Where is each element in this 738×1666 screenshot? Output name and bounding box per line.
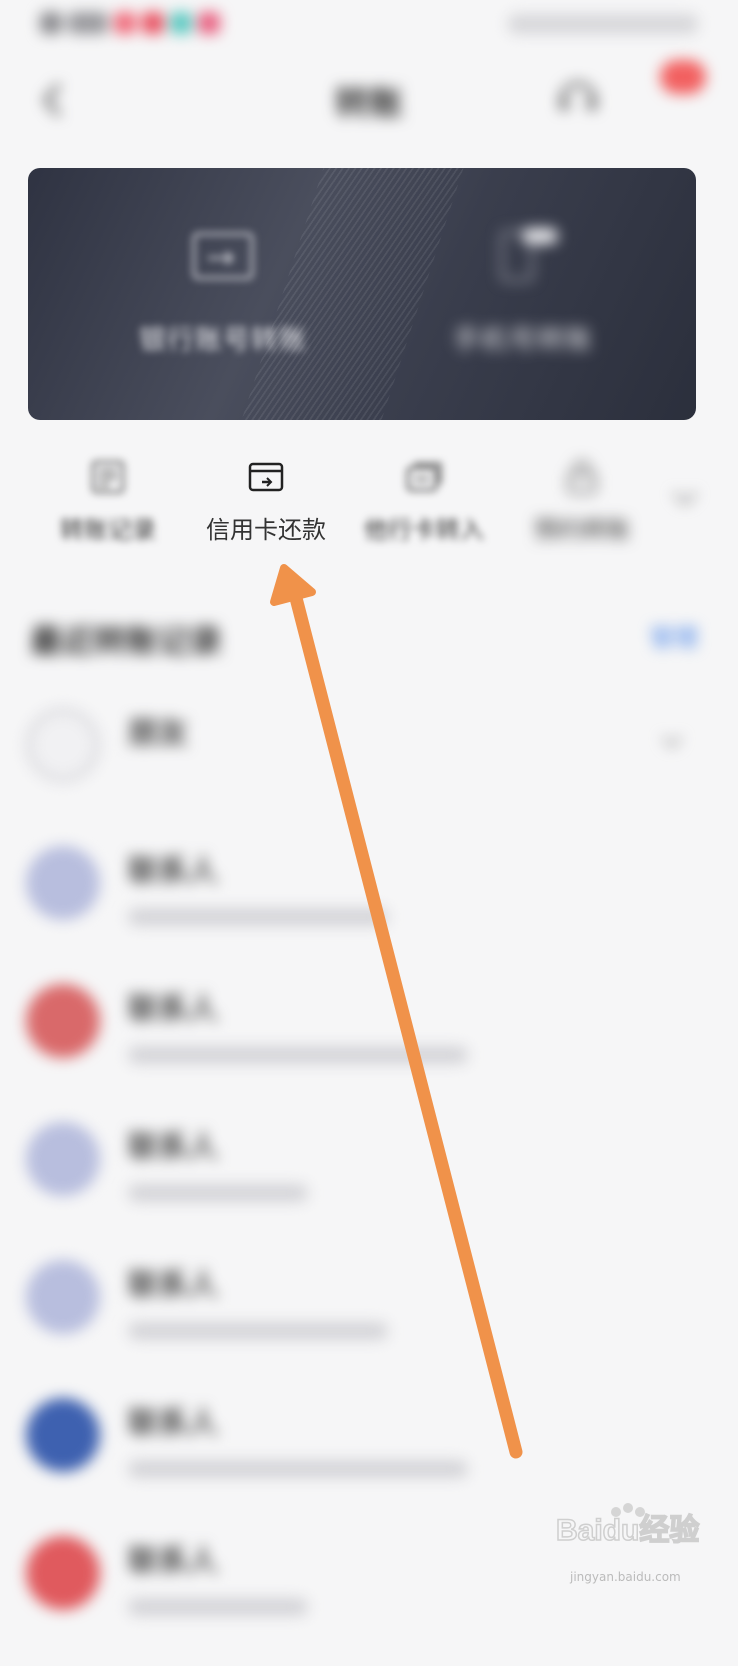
manage-link[interactable]: 管理: [650, 618, 698, 653]
app-notification-icon: [142, 12, 164, 34]
signal-icon: [40, 12, 62, 34]
payee-detail-placeholder: [128, 1460, 468, 1478]
quick-action-transfer-records[interactable]: 转账记录: [28, 452, 188, 545]
status-left: [40, 12, 220, 34]
app-notification-icon: [170, 12, 192, 34]
quick-actions: 转账记录 信用卡还款 他行卡转入 预约转账: [0, 452, 738, 552]
credit-card-icon: [248, 462, 284, 492]
payee-row[interactable]: 联系人: [0, 976, 738, 1114]
quick-action-label: 信用卡还款: [206, 516, 326, 544]
avatar: [26, 1398, 100, 1472]
quick-action-credit-card-repayment[interactable]: 信用卡还款: [186, 452, 346, 545]
recent-transfers-header: 最近转账记录 管理: [0, 610, 738, 670]
status-right-indicators: [508, 14, 698, 34]
avatar: [26, 846, 100, 920]
quick-action-label: 转账记录: [60, 516, 156, 544]
quick-action-label: 预约转账: [534, 516, 630, 544]
avatar: [26, 1122, 100, 1196]
payee-row[interactable]: 联系人: [0, 1114, 738, 1252]
avatar: [26, 1536, 100, 1610]
recent-transfers-title: 最近转账记录: [30, 622, 223, 660]
payee-row[interactable]: 朋友: [0, 700, 738, 838]
quick-action-other-bank-transfer-in[interactable]: 他行卡转入: [344, 452, 504, 545]
page-title: 转账: [335, 84, 403, 124]
phone-transfer-icon: [500, 228, 558, 282]
payee-detail-placeholder: [128, 1184, 308, 1202]
lock-icon: [567, 460, 597, 494]
payee-row[interactable]: 联系人: [0, 1252, 738, 1390]
payee-name: 联系人: [128, 992, 218, 1027]
payee-detail-placeholder: [128, 908, 388, 926]
notification-badge[interactable]: [660, 60, 706, 94]
phone-transfer-card[interactable]: 手机号转账: [358, 228, 688, 357]
card-swap-icon: [406, 462, 442, 492]
payee-name: 联系人: [128, 1544, 218, 1579]
card-transfer-icon: [192, 232, 254, 280]
payee-detail-placeholder: [128, 1598, 308, 1616]
payee-name: 联系人: [128, 1406, 218, 1441]
chevron-down-icon[interactable]: [660, 734, 684, 750]
transfer-banner: 银行账号转账 手机号转账: [28, 168, 696, 420]
app-notification-icon: [198, 12, 220, 34]
bank-account-transfer-card[interactable]: 银行账号转账: [58, 228, 388, 357]
payee-name: 朋友: [128, 716, 188, 751]
payee-name: 联系人: [128, 854, 218, 889]
avatar: [26, 1260, 100, 1334]
phone-transfer-label: 手机号转账: [453, 325, 593, 356]
payee-detail-placeholder: [128, 1322, 388, 1340]
bank-account-transfer-label: 银行账号转账: [139, 325, 307, 356]
document-list-icon: [91, 460, 125, 494]
avatar: [26, 708, 100, 782]
payee-name: 联系人: [128, 1130, 218, 1165]
payee-row[interactable]: 联系人: [0, 838, 738, 976]
payee-name: 联系人: [128, 1268, 218, 1303]
app-notification-icon: [114, 12, 136, 34]
watermark-url: jingyan.baidu.com: [570, 1570, 681, 1584]
avatar: [26, 984, 100, 1058]
watermark-brand: Baidu经验: [556, 1513, 699, 1547]
chevron-down-icon[interactable]: [670, 488, 700, 508]
nav-bar: 转账: [0, 60, 738, 140]
quick-action-label: 他行卡转入: [364, 516, 484, 544]
customer-service-icon[interactable]: [556, 74, 600, 118]
payee-detail-placeholder: [128, 1046, 468, 1064]
network-icon: [68, 12, 108, 34]
status-bar: [0, 0, 738, 50]
quick-action-scheduled-transfer[interactable]: 预约转账: [502, 452, 662, 545]
